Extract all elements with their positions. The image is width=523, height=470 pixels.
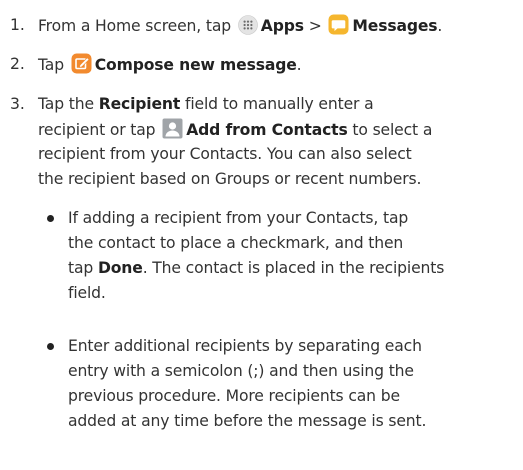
step-2-text: Tap Compose new message. [38,53,302,76]
compose-label: Compose new message [94,56,297,74]
done-label: Done [97,259,143,277]
bullet-1-line-3-post: . The contact is placed in the recipient… [142,259,445,277]
bullet-2-line-1: Enter additional recipients by separatin… [68,337,422,355]
step-3-line-1: Tap the Recipient field to manually ente… [38,93,374,115]
bullet-1-line-3-pre: tap [68,259,94,277]
step-3-line-4: the recipient based on Groups or recent … [38,170,422,188]
messages-label: Messages [352,17,438,35]
bullet-1-dot [47,215,54,222]
step-3-line-2-pre: recipient or tap [38,121,156,139]
apps-grid-icon [237,15,258,35]
apps-label: Apps [260,17,304,35]
step-1-text: From a Home screen, tap Apps > Messages. [38,14,442,37]
step-1-number: 1. [10,16,25,34]
step-3-line-2-post: to select a [352,121,433,139]
bullet-2-line-2: entry with a semicolon (;) and then usin… [68,362,414,380]
step-3-line-3: recipient from your Contacts. You can al… [38,145,412,163]
step-3-line-1-pre: Tap the [38,95,94,113]
step-3-line-2: recipient or tap Add from Contacts to se… [38,118,432,141]
step-2-end: . [296,56,302,74]
bullet-2-line-4: added at any time before the message is … [68,412,427,430]
step-1-pre: From a Home screen, tap [38,17,231,35]
add-from-contacts-label: Add from Contacts [186,121,348,139]
bullet-1-line-4: field. [68,284,106,302]
step-1-end: . [437,17,443,35]
step-3-number: 3. [10,95,25,113]
recipient-label: Recipient [98,95,181,113]
step-3-line-1-post: field to manually enter a [185,95,374,113]
bullet-2-line-3: previous procedure. More recipients can … [68,387,400,405]
contacts-icon [162,118,183,139]
step-2-number: 2. [10,55,25,73]
bullet-1-line-2: the contact to place a checkmark, and th… [68,234,404,252]
compose-icon [71,53,92,74]
bullet-1-line-1: If adding a recipient from your Contacts… [68,209,409,227]
instructions-document: 1. From a Home screen, tap Apps > Messag… [0,0,523,470]
step-2-pre: Tap [38,56,64,74]
bullet-2-dot [47,343,54,350]
bullet-1-line-3: tap Done. The contact is placed in the r… [68,257,444,279]
step-1-separator: > [308,17,322,35]
messages-icon [328,14,349,35]
